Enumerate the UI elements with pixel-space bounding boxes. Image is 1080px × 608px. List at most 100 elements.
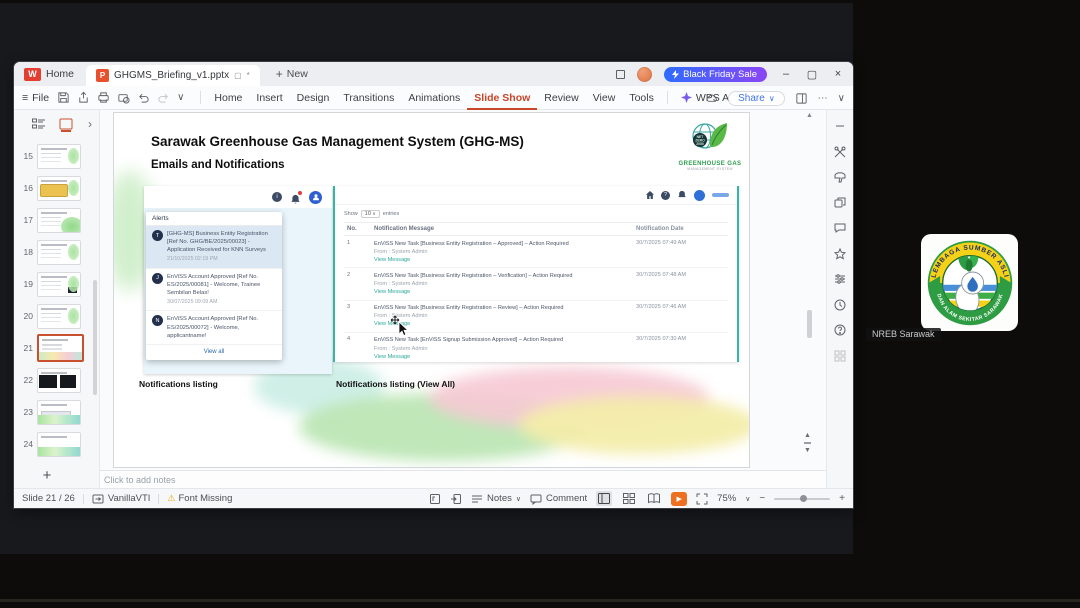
zoom-level[interactable]: 75%: [717, 493, 736, 504]
slide-thumbnail-17[interactable]: 17: [14, 204, 99, 236]
slide-thumbnail-18[interactable]: 18: [14, 236, 99, 268]
fit-slide-icon[interactable]: [696, 493, 708, 505]
help-circle-icon[interactable]: [834, 324, 846, 336]
print-preview-icon[interactable]: [117, 91, 130, 104]
task-window-icon[interactable]: [795, 92, 808, 105]
new-tab-button[interactable]: + New: [276, 62, 308, 86]
thumbnail-preview[interactable]: [37, 271, 81, 297]
home-tab[interactable]: W Home: [14, 62, 86, 86]
notes-toggle[interactable]: Notes ∨: [471, 493, 521, 505]
scroll-up-arrow[interactable]: ▲: [806, 112, 813, 119]
file-menu[interactable]: ≡ File: [22, 92, 49, 104]
apps-grid-icon[interactable]: [834, 350, 846, 362]
thumbnail-preview[interactable]: [37, 175, 81, 201]
alert-item[interactable]: J EnViSS Account Approved [Ref No. ES/202…: [146, 269, 282, 312]
thumbnail-preview[interactable]: [37, 143, 81, 169]
add-slide-button[interactable]: +: [38, 467, 56, 484]
history-clock-icon[interactable]: [834, 299, 846, 311]
redo-icon[interactable]: [157, 91, 170, 104]
save-icon[interactable]: [57, 91, 70, 104]
more-options-icon[interactable]: ⋯: [818, 93, 828, 104]
slide-size-icon[interactable]: [429, 493, 441, 505]
export-icon[interactable]: [77, 91, 90, 104]
thumbnail-preview[interactable]: [37, 207, 81, 233]
caption-notifications-listing[interactable]: Notifications listing: [139, 379, 218, 389]
participant-video-tile[interactable]: LEMBAGA SUMBER ASLI DAN ALAM SEKITAR SAR…: [921, 234, 1018, 331]
promo-button[interactable]: Black Friday Sale: [664, 66, 767, 82]
settings-sliders-icon[interactable]: [834, 273, 846, 285]
tab-preview-icon[interactable]: ▢: [234, 71, 242, 80]
menu-insert[interactable]: Insert: [249, 86, 289, 110]
thumbnail-preview[interactable]: [37, 239, 81, 265]
account-avatar[interactable]: [637, 66, 653, 82]
zoom-slider-thumb[interactable]: [800, 495, 808, 502]
thumbnail-scrollbar[interactable]: [93, 280, 97, 395]
zoom-slider[interactable]: [774, 495, 831, 502]
slide-thumbnail-21[interactable]: 21: [14, 332, 99, 364]
zoom-out-button[interactable]: −: [759, 493, 765, 504]
collapse-panel-icon[interactable]: ›: [88, 117, 92, 131]
font-missing-label[interactable]: Font Missing: [179, 493, 233, 504]
toolkit-icon[interactable]: [834, 146, 846, 158]
slide-thumbnail-15[interactable]: 15: [14, 140, 99, 172]
slide-thumbnail-19[interactable]: 19: [14, 268, 99, 300]
collapse-ribbon-icon[interactable]: ∨: [838, 93, 845, 104]
slide-subtitle[interactable]: Emails and Notifications: [151, 159, 285, 171]
menu-slide-show[interactable]: Slide Show: [467, 86, 537, 110]
slide-sorter-view-button[interactable]: [621, 491, 637, 506]
thumbnail-preview[interactable]: [37, 303, 81, 329]
close-button[interactable]: ×: [831, 68, 845, 80]
previous-slide-button[interactable]: ▲: [804, 432, 811, 439]
slide-view-icon[interactable]: [59, 118, 73, 130]
thumbnail-preview[interactable]: [37, 334, 84, 362]
menu-review[interactable]: Review: [537, 86, 585, 110]
menu-animations[interactable]: Animations: [401, 86, 467, 110]
print-icon[interactable]: [97, 91, 110, 104]
undo-icon[interactable]: [137, 91, 150, 104]
slide-title[interactable]: Sarawak Greenhouse Gas Management System…: [151, 134, 524, 149]
thumbnail-preview[interactable]: [37, 399, 81, 425]
goto-slide-icon[interactable]: [450, 493, 462, 505]
toolbar-more-icon[interactable]: ∨: [177, 92, 184, 103]
format-painter-icon[interactable]: [834, 171, 846, 183]
normal-view-button[interactable]: [596, 491, 613, 506]
menu-design[interactable]: Design: [290, 86, 337, 110]
collapse-sidebar-icon[interactable]: [834, 120, 846, 132]
comment-pane-icon[interactable]: [834, 222, 846, 234]
slideshow-play-button[interactable]: ▶: [671, 491, 688, 506]
document-tab[interactable]: P GHGMS_Briefing_v1.pptx ▢ *: [86, 65, 260, 86]
reading-view-button[interactable]: [646, 491, 662, 506]
menu-tools[interactable]: Tools: [622, 86, 661, 110]
caption-notifications-view-all[interactable]: Notifications listing (View All): [336, 379, 455, 389]
selection-pane-icon[interactable]: [834, 197, 846, 209]
next-slide-button[interactable]: ▼: [804, 447, 811, 454]
alert-text: EnViSS Account Approved [Ref No. ES/2025…: [167, 316, 259, 339]
thumbnail-preview[interactable]: [37, 367, 81, 393]
effects-icon[interactable]: [834, 247, 846, 260]
outline-view-icon[interactable]: [32, 118, 46, 130]
mouse-cursor: [390, 315, 412, 342]
share-button[interactable]: Share ∨: [728, 90, 785, 106]
minimize-button[interactable]: –: [779, 68, 793, 80]
menu-transitions[interactable]: Transitions: [336, 86, 401, 110]
cloud-sync-icon[interactable]: [705, 92, 718, 105]
notes-bar[interactable]: Click to add notes: [100, 470, 826, 488]
alert-item[interactable]: T [GHG-MS] Business Entity Registration […: [146, 226, 282, 269]
workspace-preview-icon[interactable]: [616, 69, 626, 79]
slide-thumbnail-20[interactable]: 20: [14, 300, 99, 332]
menu-view[interactable]: View: [586, 86, 623, 110]
vertical-scrollbar[interactable]: [807, 310, 812, 338]
slide-thumbnail-22[interactable]: 22: [14, 364, 99, 396]
restore-button[interactable]: ▢: [805, 68, 819, 81]
slide-thumbnail-24[interactable]: 24: [14, 428, 99, 460]
thumbnail-preview[interactable]: [37, 431, 81, 457]
menu-home[interactable]: Home: [207, 86, 249, 110]
theme-name[interactable]: VanillaVTI: [108, 493, 151, 504]
slide-thumbnail-23[interactable]: 23: [14, 396, 99, 428]
zoom-caret-icon[interactable]: ∨: [745, 495, 750, 503]
slide-thumbnail-16[interactable]: 16: [14, 172, 99, 204]
slide-canvas[interactable]: Sarawak Greenhouse Gas Management System…: [113, 112, 750, 468]
zoom-in-button[interactable]: +: [839, 493, 845, 504]
alert-item[interactable]: N EnViSS Account Approved [Ref No. ES/202…: [146, 311, 282, 345]
comment-button[interactable]: Comment: [530, 493, 587, 505]
